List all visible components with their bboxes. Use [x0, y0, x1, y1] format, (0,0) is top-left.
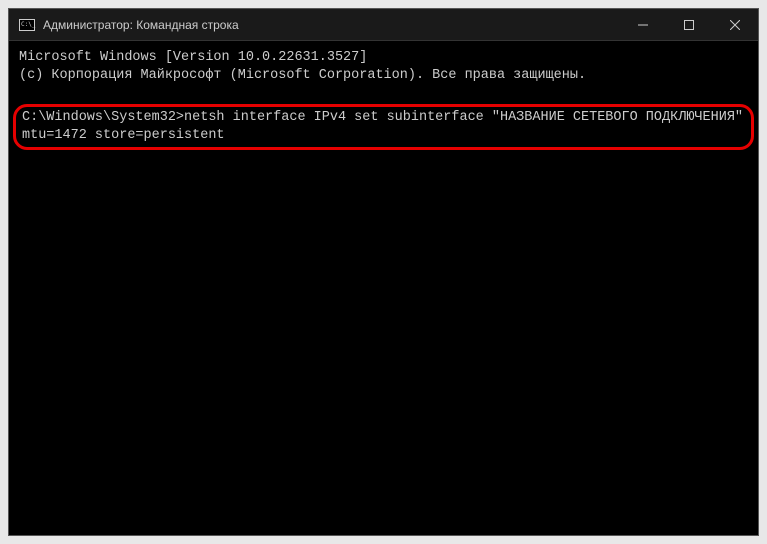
version-line: Microsoft Windows [Version 10.0.22631.35… [19, 49, 748, 67]
titlebar[interactable]: Администратор: Командная строка [9, 9, 758, 41]
cmd-icon [19, 19, 35, 31]
close-icon [730, 20, 740, 30]
copyright-line: (c) Корпорация Майкрософт (Microsoft Cor… [19, 67, 748, 85]
close-button[interactable] [712, 9, 758, 40]
maximize-icon [684, 20, 694, 30]
minimize-button[interactable] [620, 9, 666, 40]
terminal-output[interactable]: Microsoft Windows [Version 10.0.22631.35… [9, 41, 758, 535]
highlighted-command: C:\Windows\System32>netsh interface IPv4… [13, 104, 754, 150]
command-prompt-window: Администратор: Командная строка Microsof… [8, 8, 759, 536]
window-controls [620, 9, 758, 40]
prompt: C:\Windows\System32> [22, 110, 184, 125]
blank-line [19, 85, 748, 103]
minimize-icon [638, 20, 648, 30]
maximize-button[interactable] [666, 9, 712, 40]
window-title: Администратор: Командная строка [43, 18, 620, 32]
